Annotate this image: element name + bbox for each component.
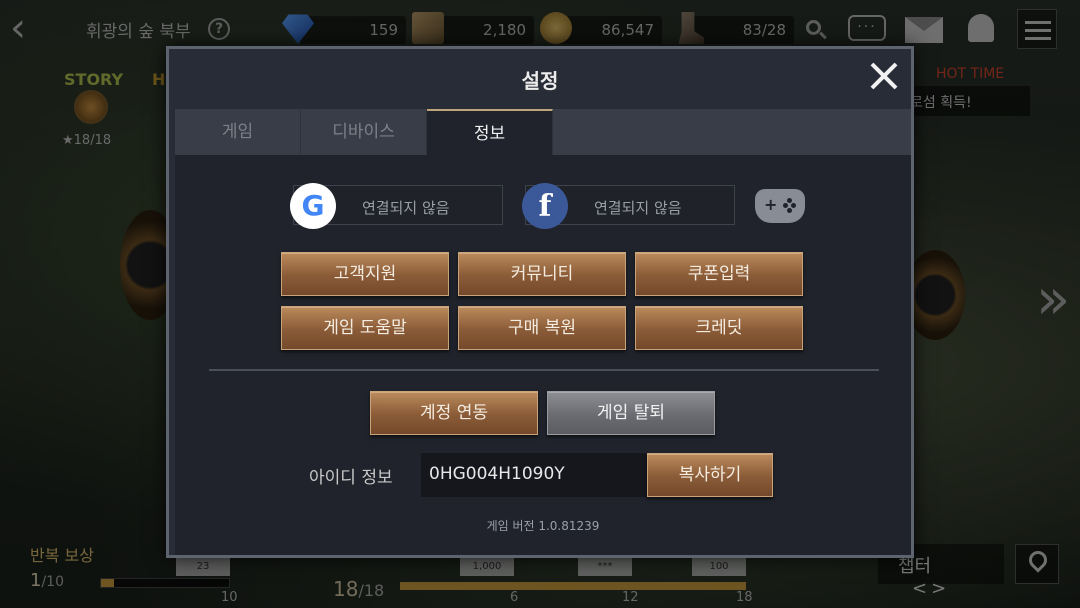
facebook-link-button[interactable]: f 연결되지 않음 [522, 183, 735, 229]
game-version: 게임 버전 1.0.81239 [486, 519, 600, 533]
coupon-button[interactable]: 쿠폰입력 [635, 252, 803, 296]
facebook-link-status: 연결되지 않음 [594, 199, 682, 217]
customer-support-button[interactable]: 고객지원 [281, 252, 449, 296]
settings-dialog: 설정 게임 디바이스 정보 G 연결되지 않음 f 연결되지 않음 + 고객지원… [166, 46, 914, 558]
account-link-button[interactable]: 계정 연동 [370, 391, 538, 435]
tab-info[interactable]: 정보 [427, 109, 553, 155]
game-help-button[interactable]: 게임 도움말 [281, 306, 449, 350]
tab-game[interactable]: 게임 [175, 109, 301, 155]
restore-purchase-button[interactable]: 구매 복원 [458, 306, 626, 350]
google-link-status: 연결되지 않음 [362, 199, 450, 217]
gamepad-icon[interactable]: + [755, 189, 805, 223]
community-button[interactable]: 커뮤니티 [458, 252, 626, 296]
close-icon[interactable] [869, 61, 899, 91]
id-info-label: 아이디 정보 [309, 468, 393, 488]
credits-button[interactable]: 크레딧 [635, 306, 803, 350]
tab-device[interactable]: 디바이스 [301, 109, 427, 155]
dialog-title: 설정 [521, 69, 559, 93]
account-id-field[interactable]: 0HG004H1090Y [421, 453, 647, 497]
divider [209, 369, 879, 371]
info-panel: G 연결되지 않음 f 연결되지 않음 + 고객지원 커뮤니티 쿠폰입력 게임 … [175, 155, 911, 555]
facebook-logo-icon: f [522, 183, 568, 229]
settings-tabs: 게임 디바이스 정보 [175, 109, 911, 155]
google-link-button[interactable]: G 연결되지 않음 [290, 183, 503, 229]
quit-game-button[interactable]: 게임 탈퇴 [547, 391, 715, 435]
copy-button[interactable]: 복사하기 [647, 453, 773, 497]
google-logo-icon: G [290, 183, 336, 229]
